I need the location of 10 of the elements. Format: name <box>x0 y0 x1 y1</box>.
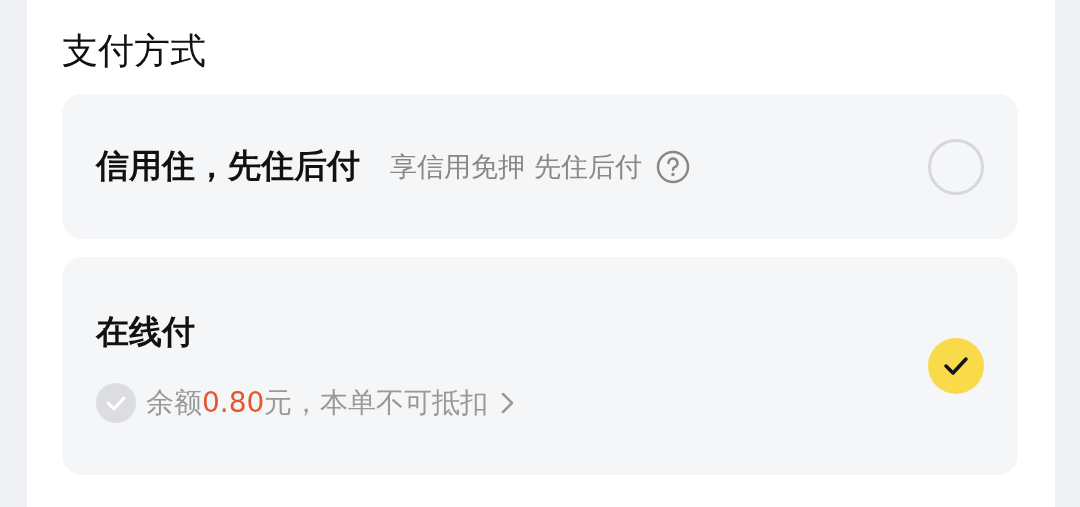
option-label: 信用住，先住后付 <box>96 145 360 187</box>
help-icon[interactable] <box>655 149 690 184</box>
balance-text: 余额0.80元，本单不可抵扣 <box>146 384 489 421</box>
payment-option[interactable]: 信用住，先住后付 享信用免押 先住后付 <box>62 94 1018 239</box>
radio-button[interactable] <box>928 338 984 394</box>
section-title: 支付方式 <box>62 28 207 73</box>
option-note: 享信用免押 先住后付 <box>390 149 642 184</box>
radio-button[interactable] <box>928 138 984 195</box>
checkmark-icon <box>943 355 969 377</box>
option-label: 在线付 <box>96 310 195 353</box>
